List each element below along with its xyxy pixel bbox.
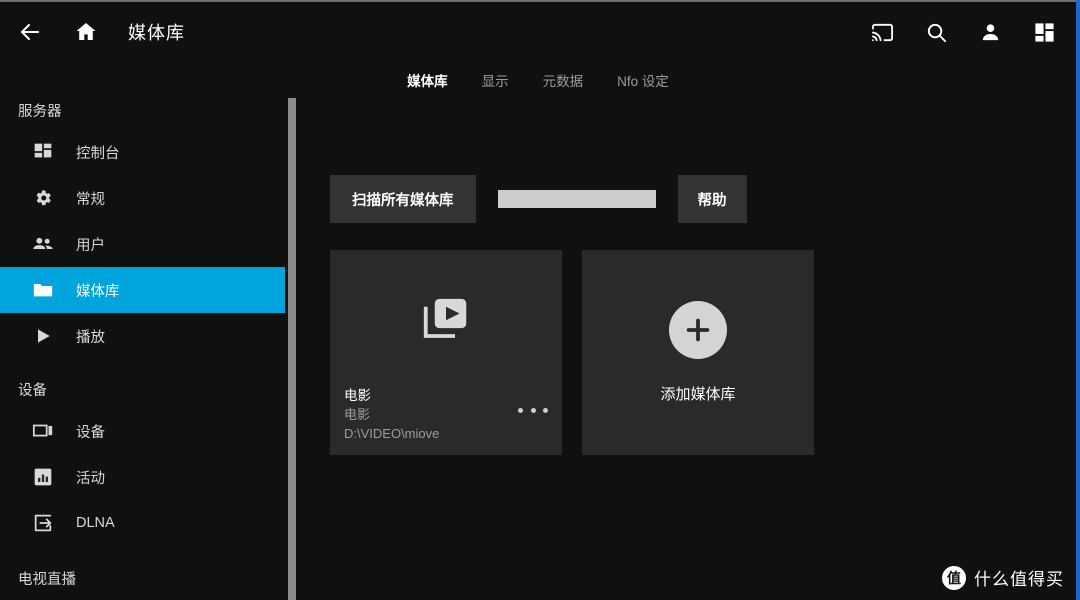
arrow-left-icon [18,20,42,44]
sidebar-item-libraries[interactable]: 媒体库 [0,267,285,313]
watermark-text: 什么值得买 [974,570,1064,589]
tab-libraries[interactable]: 媒体库 [405,68,450,92]
main-content: 扫描所有媒体库 帮助 电影 电影 D:\VIDEO\miove 添加媒体库 [296,98,1076,600]
help-button[interactable]: 帮助 [677,175,747,223]
input-icon [30,510,56,536]
sidebar: 服务器 控制台 常规 用户 媒体库 播放 设备 设备 活动 DLNA 电视直播 [0,90,288,600]
home-icon [74,20,98,44]
sidebar-item-label: 控制台 [76,145,120,162]
add-library-label: 添加媒体库 [660,386,736,403]
sidebar-section-live-tv: 电视直播 [18,572,76,588]
page-title: 媒体库 [128,23,185,43]
sidebar-item-label: DLNA [76,515,115,531]
sidebar-item-label: 活动 [76,470,105,487]
dashboard-button[interactable] [1022,10,1066,54]
library-toolbar: 扫描所有媒体库 帮助 [330,175,747,223]
sidebar-item-playback[interactable]: 播放 [0,313,285,359]
watermark: 值 什么值得买 [942,565,1064,590]
watermark-logo: 值 [942,565,966,590]
cast-button[interactable] [860,10,904,54]
sidebar-item-devices[interactable]: 设备 [0,408,285,454]
library-card[interactable]: 电影 电影 D:\VIDEO\miove [330,250,562,455]
play-icon [30,323,56,349]
sidebar-item-users[interactable]: 用户 [0,221,285,267]
sidebar-item-dlna[interactable]: DLNA [0,500,285,546]
sidebar-scrollbar[interactable] [288,98,296,600]
tab-metadata[interactable]: 元数据 [541,68,586,92]
library-card-title: 电影 [344,388,371,403]
user-button[interactable] [968,10,1012,54]
sidebar-item-dashboard[interactable]: 控制台 [0,129,285,175]
library-card-subtitle: 电影 [344,407,371,422]
sidebar-item-label: 播放 [76,329,105,346]
right-window-edge [1076,0,1080,600]
search-icon [925,21,948,44]
library-card-body: 电影 电影 D:\VIDEO\miove [344,386,548,443]
sidebar-section-server: 服务器 [18,104,62,120]
folder-icon [30,277,56,303]
search-button[interactable] [914,10,958,54]
app-window: 媒体库 媒体库 显示 元数据 Nfo 设定 服务器 控制台 常规 用户 媒体库 … [0,0,1080,600]
dashboard-icon [30,139,56,165]
back-button[interactable] [8,10,52,54]
scan-all-libraries-button[interactable]: 扫描所有媒体库 [330,175,476,223]
sidebar-item-label: 常规 [76,191,105,208]
dashboard-icon [1033,21,1056,44]
add-library-card[interactable]: 添加媒体库 [582,250,814,455]
sidebar-item-label: 设备 [76,424,105,441]
cast-icon [871,21,894,44]
library-card-art [330,250,562,390]
gear-icon [30,185,56,211]
video-library-icon [419,291,473,350]
sidebar-item-general[interactable]: 常规 [0,175,285,221]
people-icon [30,231,56,257]
app-header: 媒体库 [0,2,1076,62]
header-left-group: 媒体库 [0,2,185,62]
plus-icon [669,301,727,359]
tab-display[interactable]: 显示 [480,68,511,92]
header-actions [860,2,1066,62]
scan-progress-bar [497,190,656,208]
home-button[interactable] [64,10,108,54]
tablet-icon [30,418,56,444]
sidebar-item-activity[interactable]: 活动 [0,454,285,500]
bar-chart-icon [30,464,56,490]
library-card-path: D:\VIDEO\miove [344,426,440,441]
library-card-grid: 电影 电影 D:\VIDEO\miove 添加媒体库 [330,250,814,455]
tab-nfo-settings[interactable]: Nfo 设定 [615,68,671,92]
person-icon [979,21,1002,44]
sidebar-section-devices: 设备 [18,383,47,399]
sidebar-item-label: 用户 [76,237,105,254]
sidebar-item-label: 媒体库 [76,283,120,300]
